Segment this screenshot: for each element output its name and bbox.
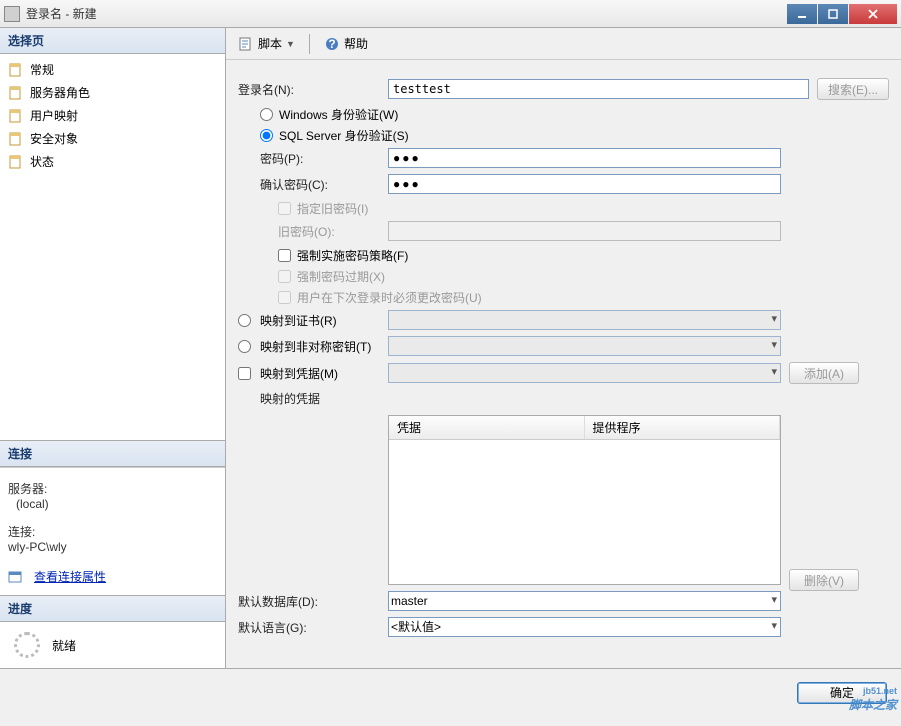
watermark-url: jb51.net bbox=[849, 686, 897, 696]
page-icon bbox=[8, 154, 24, 170]
specify-old-pw-label: 指定旧密码(I) bbox=[297, 200, 368, 217]
sidebar-item-serverroles[interactable]: 服务器角色 bbox=[0, 81, 225, 104]
pages-header: 选择页 bbox=[0, 28, 225, 54]
close-button[interactable] bbox=[849, 4, 897, 24]
progress-header: 进度 bbox=[0, 595, 225, 622]
sidebar-item-usermapping[interactable]: 用户映射 bbox=[0, 104, 225, 127]
sidebar: 选择页 常规 服务器角色 用户映射 安全对象 状态 连接 服务器: (local… bbox=[0, 28, 226, 668]
enforce-policy-label: 强制实施密码策略(F) bbox=[297, 247, 408, 264]
confirm-password-input[interactable] bbox=[388, 174, 781, 194]
password-input[interactable] bbox=[388, 148, 781, 168]
toolbar: 脚本 ▼ ? 帮助 bbox=[226, 28, 901, 60]
map-asym-label: 映射到非对称密钥(T) bbox=[260, 338, 388, 355]
map-asym-radio[interactable] bbox=[238, 340, 251, 353]
map-cred-select bbox=[388, 363, 781, 383]
default-db-label: 默认数据库(D): bbox=[238, 593, 388, 610]
sidebar-item-label: 状态 bbox=[30, 153, 54, 170]
view-connection-link[interactable]: 查看连接属性 bbox=[34, 568, 106, 585]
conn-value: wly-PC\wly bbox=[8, 540, 217, 554]
sidebar-item-label: 安全对象 bbox=[30, 130, 78, 147]
nav-list: 常规 服务器角色 用户映射 安全对象 状态 bbox=[0, 54, 225, 177]
conn-label: 连接: bbox=[8, 523, 217, 540]
progress-status: 就绪 bbox=[52, 637, 76, 654]
minimize-button[interactable] bbox=[787, 4, 817, 24]
search-button[interactable]: 搜索(E)... bbox=[817, 78, 889, 100]
button-bar: 确定 jb51.net 脚本之家 bbox=[0, 668, 901, 716]
watermark: jb51.net 脚本之家 bbox=[849, 686, 897, 714]
watermark-text: 脚本之家 bbox=[849, 698, 897, 712]
must-change-label: 用户在下次登录时必须更改密码(U) bbox=[297, 289, 482, 306]
page-icon bbox=[8, 85, 24, 101]
col-provider: 提供程序 bbox=[585, 416, 781, 439]
window-buttons bbox=[786, 4, 897, 24]
maximize-button[interactable] bbox=[818, 4, 848, 24]
script-label: 脚本 bbox=[258, 35, 282, 52]
sql-auth-label: SQL Server 身份验证(S) bbox=[279, 127, 409, 144]
default-lang-label: 默认语言(G): bbox=[238, 619, 388, 636]
windows-auth-label: Windows 身份验证(W) bbox=[279, 106, 398, 123]
help-button[interactable]: ? 帮助 bbox=[318, 33, 374, 54]
col-credential: 凭据 bbox=[389, 416, 585, 439]
add-button[interactable]: 添加(A) bbox=[789, 362, 859, 384]
connection-header: 连接 bbox=[0, 440, 225, 467]
view-connection-row: 查看连接属性 bbox=[8, 568, 217, 585]
old-password-input bbox=[388, 221, 781, 241]
app-icon bbox=[4, 6, 20, 22]
default-db-select[interactable]: master bbox=[388, 591, 781, 611]
must-change-checkbox bbox=[278, 291, 291, 304]
credentials-table-header: 凭据 提供程序 bbox=[389, 416, 780, 440]
remove-button[interactable]: 删除(V) bbox=[789, 569, 859, 591]
sidebar-item-label: 服务器角色 bbox=[30, 84, 90, 101]
script-button[interactable]: 脚本 ▼ bbox=[232, 33, 301, 54]
sidebar-item-securables[interactable]: 安全对象 bbox=[0, 127, 225, 150]
connection-section: 服务器: (local) 连接: wly-PC\wly 查看连接属性 bbox=[0, 467, 225, 595]
page-icon bbox=[8, 62, 24, 78]
main: 选择页 常规 服务器角色 用户映射 安全对象 状态 连接 服务器: (local… bbox=[0, 28, 901, 668]
specify-old-pw-checkbox bbox=[278, 202, 291, 215]
chevron-down-icon: ▼ bbox=[286, 39, 295, 49]
toolbar-separator bbox=[309, 34, 310, 54]
help-icon: ? bbox=[324, 36, 340, 52]
sidebar-item-status[interactable]: 状态 bbox=[0, 150, 225, 173]
map-cert-select bbox=[388, 310, 781, 330]
map-cred-checkbox[interactable] bbox=[238, 367, 251, 380]
enforce-policy-checkbox[interactable] bbox=[278, 249, 291, 262]
sql-auth-radio[interactable] bbox=[260, 129, 273, 142]
confirm-password-label: 确认密码(C): bbox=[238, 176, 388, 193]
windows-auth-radio[interactable] bbox=[260, 108, 273, 121]
content: 脚本 ▼ ? 帮助 登录名(N): 搜索(E)... Windows 身份验证(… bbox=[226, 28, 901, 668]
enforce-expire-checkbox bbox=[278, 270, 291, 283]
enforce-expire-label: 强制密码过期(X) bbox=[297, 268, 385, 285]
help-label: 帮助 bbox=[344, 35, 368, 52]
ready-icon bbox=[14, 632, 40, 658]
login-name-input[interactable] bbox=[388, 79, 809, 99]
sidebar-item-general[interactable]: 常规 bbox=[0, 58, 225, 81]
sidebar-item-label: 用户映射 bbox=[30, 107, 78, 124]
properties-icon bbox=[8, 569, 24, 585]
map-asym-select bbox=[388, 336, 781, 356]
server-label: 服务器: bbox=[8, 480, 217, 497]
window-title: 登录名 - 新建 bbox=[26, 5, 786, 22]
form-area: 登录名(N): 搜索(E)... Windows 身份验证(W) SQL Ser… bbox=[226, 60, 901, 668]
page-icon bbox=[8, 131, 24, 147]
svg-text:?: ? bbox=[328, 37, 335, 51]
map-cred-label: 映射到凭据(M) bbox=[260, 365, 388, 382]
map-cert-radio[interactable] bbox=[238, 314, 251, 327]
progress-body: 就绪 bbox=[0, 622, 225, 668]
login-name-label: 登录名(N): bbox=[238, 81, 388, 98]
server-value: (local) bbox=[8, 497, 217, 511]
credentials-table: 凭据 提供程序 bbox=[388, 415, 781, 585]
default-lang-select[interactable]: <默认值> bbox=[388, 617, 781, 637]
script-icon bbox=[238, 36, 254, 52]
mapped-cred-label: 映射的凭据 bbox=[238, 390, 388, 407]
page-icon bbox=[8, 108, 24, 124]
old-password-label: 旧密码(O): bbox=[238, 223, 388, 240]
titlebar: 登录名 - 新建 bbox=[0, 0, 901, 28]
password-label: 密码(P): bbox=[238, 150, 388, 167]
sidebar-item-label: 常规 bbox=[30, 61, 54, 78]
map-cert-label: 映射到证书(R) bbox=[260, 312, 388, 329]
